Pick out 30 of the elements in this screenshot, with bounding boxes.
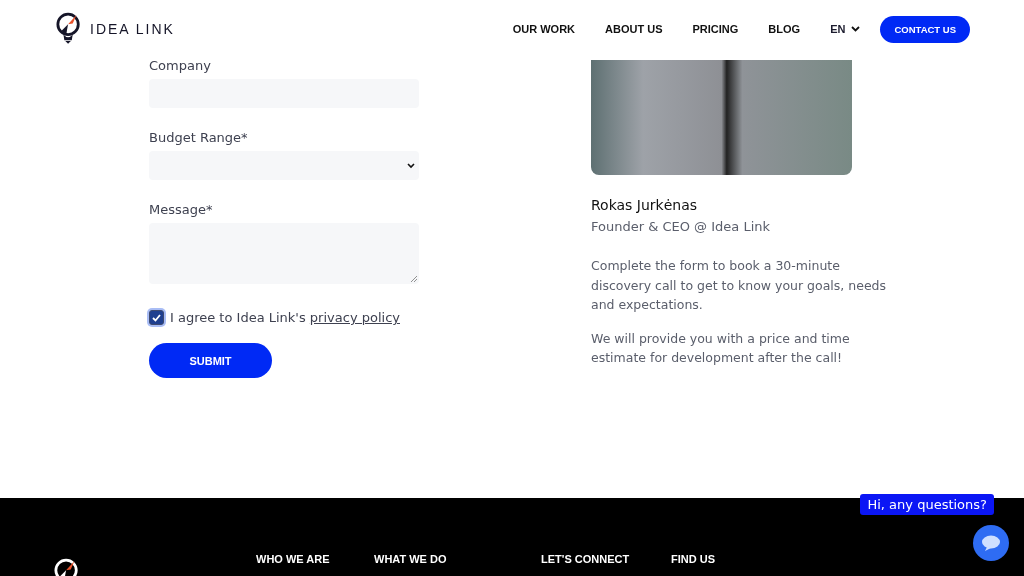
consent-checkbox[interactable] — [149, 310, 164, 325]
field-label: Message* — [149, 202, 214, 217]
person-name: Rokas Jurkėnas — [591, 197, 699, 213]
consent-text: I agree to Idea Link's privacy policy — [170, 310, 400, 325]
nav-link[interactable]: BLOG — [768, 23, 801, 35]
checkmark-icon — [152, 313, 161, 322]
chevron-down-icon[interactable] — [851, 26, 861, 32]
description-text: We will provide you with a price and time estimate for development after the call! — [591, 329, 851, 367]
nav-link[interactable]: PRICING — [692, 23, 739, 35]
chevron-down-icon — [407, 162, 415, 169]
nav-link[interactable]: OUR WORK — [512, 23, 576, 35]
contact-us-button[interactable]: CONTACT US — [880, 15, 970, 43]
footer-heading: LET'S CONNECT — [541, 553, 631, 567]
description-text: Complete the form to book a 30-minute discovery call to get to know your goals, needs and expectations. — [591, 257, 888, 314]
field-label: Company — [149, 58, 212, 73]
footer-heading: WHO WE ARE — [256, 553, 331, 567]
footer-heading: FIND US — [671, 553, 716, 567]
logo-text[interactable]: IDEA LINK — [90, 21, 175, 37]
language-selector[interactable]: EN — [830, 23, 846, 35]
footer-heading: WHAT WE DO — [374, 553, 448, 567]
resize-handle-icon — [411, 276, 417, 282]
chat-greeting[interactable]: Hi, any questions? — [860, 494, 994, 515]
lightbulb-logo-icon — [56, 12, 82, 46]
field-label: Budget Range* — [149, 130, 249, 145]
person-role: Founder & CEO @ Idea Link — [591, 219, 772, 234]
message-field[interactable] — [149, 223, 419, 284]
privacy-policy-link[interactable]: privacy policy — [309, 310, 400, 325]
speech-bubble-icon — [981, 534, 1001, 552]
nav-link[interactable]: ABOUT US — [605, 23, 663, 35]
submit-button[interactable]: SUBMIT — [149, 343, 272, 378]
